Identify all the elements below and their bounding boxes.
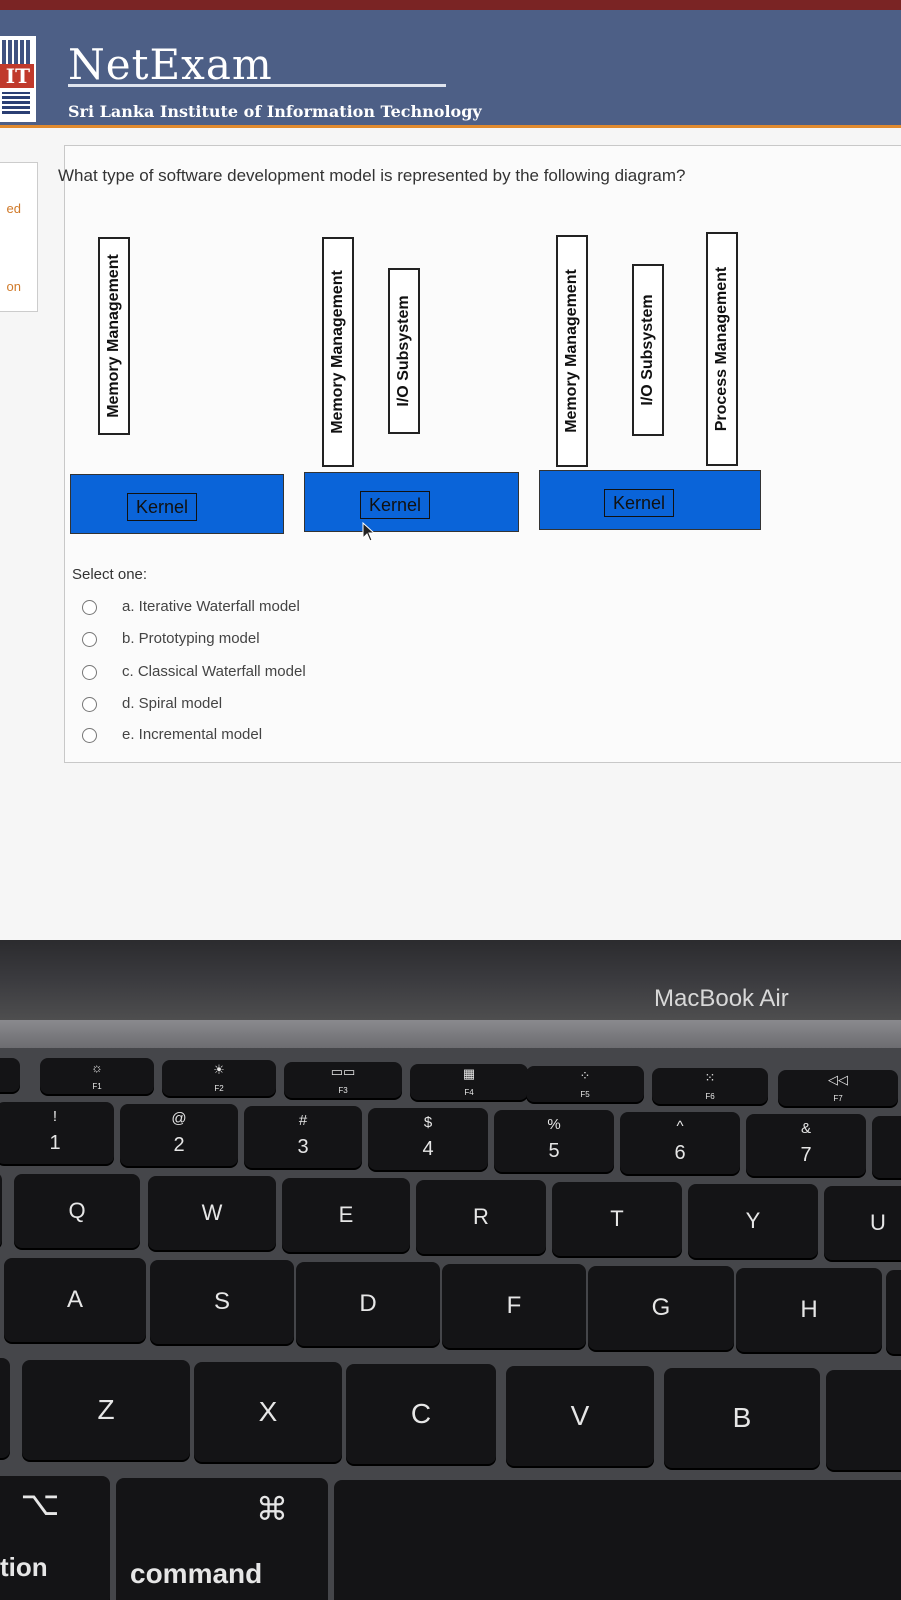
rewind-icon: ◁◁ (828, 1072, 848, 1087)
mission-control-icon: ▭▭ (330, 1064, 356, 1079)
radio-button[interactable] (82, 632, 97, 647)
key-x[interactable]: X (194, 1362, 342, 1462)
logo-bars-icon (2, 92, 30, 114)
radio-button[interactable] (82, 728, 97, 743)
diagram-box-io-subsystem: I/O Subsystem (388, 268, 420, 434)
sliit-logo[interactable]: IT (0, 36, 36, 122)
logo-grid-icon (2, 40, 30, 64)
keyboard-brightness-up-icon: ⁙ (704, 1070, 716, 1085)
key-b[interactable]: B (664, 1368, 820, 1468)
key-w[interactable]: W (148, 1176, 276, 1250)
laptop-hinge (0, 1020, 901, 1050)
radio-button[interactable] (82, 600, 97, 615)
quiz-navigation-panel: ed on (0, 162, 38, 312)
diagram-box-memory-management: Memory Management (98, 237, 130, 435)
key-shift-left[interactable] (0, 1358, 10, 1458)
kernel-label: Kernel (127, 493, 198, 521)
kernel-label: Kernel (360, 491, 431, 519)
option-label: d. Spiral model (122, 695, 223, 712)
key-2[interactable]: @ 2 (120, 1104, 238, 1166)
key-f7[interactable]: ◁◁ F7 (778, 1070, 898, 1106)
laptop-model-name: MacBook Air (654, 985, 789, 1012)
key-h[interactable]: H (736, 1268, 882, 1352)
key-8[interactable] (872, 1116, 901, 1178)
key-j[interactable] (886, 1270, 901, 1354)
key-d[interactable]: D (296, 1262, 440, 1346)
key-space[interactable] (334, 1480, 901, 1600)
app-title: NetExam (68, 40, 273, 89)
key-f6[interactable]: ⁙ F6 (652, 1068, 768, 1104)
key-s[interactable]: S (150, 1260, 294, 1344)
radio-button[interactable] (82, 665, 97, 680)
key-3[interactable]: # 3 (244, 1106, 362, 1168)
diagram-box-memory-management: Memory Management (322, 237, 354, 467)
keyboard-brightness-down-icon: ⁘ (579, 1068, 591, 1083)
command-icon: ⌘ (256, 1491, 288, 1527)
option-label: b. Prototyping model (122, 630, 260, 647)
option-label: c. Classical Waterfall model (122, 663, 306, 680)
key-z[interactable]: Z (22, 1360, 190, 1460)
key-f5[interactable]: ⁘ F5 (526, 1066, 644, 1102)
nav-item-finished[interactable]: ed (7, 201, 21, 216)
diagram-kernel-block: Kernel (539, 470, 761, 530)
key-5[interactable]: % 5 (494, 1110, 614, 1172)
site-header: NetExam Sri Lanka Institute of Informati… (0, 10, 901, 128)
key-t[interactable]: T (552, 1182, 682, 1256)
diagram-box-process-management: Process Management (706, 232, 738, 466)
key-f[interactable]: F (442, 1264, 586, 1348)
radio-button[interactable] (82, 697, 97, 712)
key-6[interactable]: ^ 6 (620, 1112, 740, 1174)
diagram-box-memory-management: Memory Management (556, 235, 588, 467)
mouse-cursor-icon (362, 522, 376, 542)
institute-name: Sri Lanka Institute of Information Techn… (68, 102, 482, 121)
key-f4[interactable]: ▦ F4 (410, 1064, 528, 1100)
key-f2[interactable]: ☀ F2 (162, 1060, 276, 1096)
key-n[interactable] (826, 1370, 901, 1470)
logo-text: IT (0, 64, 34, 88)
option-label: a. Iterative Waterfall model (122, 598, 300, 615)
key-r[interactable]: R (416, 1180, 546, 1254)
key-4[interactable]: $ 4 (368, 1108, 488, 1170)
key-e[interactable]: E (282, 1178, 410, 1252)
key-c[interactable]: C (346, 1364, 496, 1464)
key-7[interactable]: & 7 (746, 1114, 866, 1176)
key-1[interactable]: ! 1 (0, 1102, 114, 1164)
key-y[interactable]: Y (688, 1184, 818, 1258)
diagram-box-io-subsystem: I/O Subsystem (632, 264, 664, 436)
key-tab[interactable] (0, 1172, 2, 1248)
launchpad-icon: ▦ (462, 1066, 476, 1081)
option-icon: ⌥ (20, 1485, 60, 1523)
key-v[interactable]: V (506, 1366, 654, 1466)
kernel-label: Kernel (604, 489, 675, 517)
key-a[interactable]: A (4, 1258, 146, 1342)
diagram-kernel-block: Kernel (304, 472, 519, 532)
nav-item-question[interactable]: on (7, 279, 21, 294)
key-g[interactable]: G (588, 1266, 734, 1350)
key-escape[interactable] (0, 1058, 20, 1092)
key-f1[interactable]: ☼ F1 (40, 1058, 154, 1094)
key-q[interactable]: Q (14, 1174, 140, 1248)
key-u[interactable]: U (824, 1186, 901, 1260)
brightness-up-icon: ☀ (213, 1062, 225, 1077)
key-command[interactable]: ⌘ command (116, 1478, 328, 1600)
key-f3[interactable]: ▭▭ F3 (284, 1062, 402, 1098)
title-underline (68, 84, 446, 87)
photo-stage: NetExam Sri Lanka Institute of Informati… (0, 0, 901, 1600)
select-one-label: Select one: (72, 566, 148, 583)
diagram-kernel-block: Kernel (70, 474, 284, 534)
laptop-screen: NetExam Sri Lanka Institute of Informati… (0, 0, 901, 945)
brightness-down-icon: ☼ (91, 1060, 103, 1075)
option-label: e. Incremental model (122, 726, 263, 743)
key-option[interactable]: ⌥ tion (0, 1476, 110, 1600)
question-text: What type of software development model … (58, 166, 686, 185)
